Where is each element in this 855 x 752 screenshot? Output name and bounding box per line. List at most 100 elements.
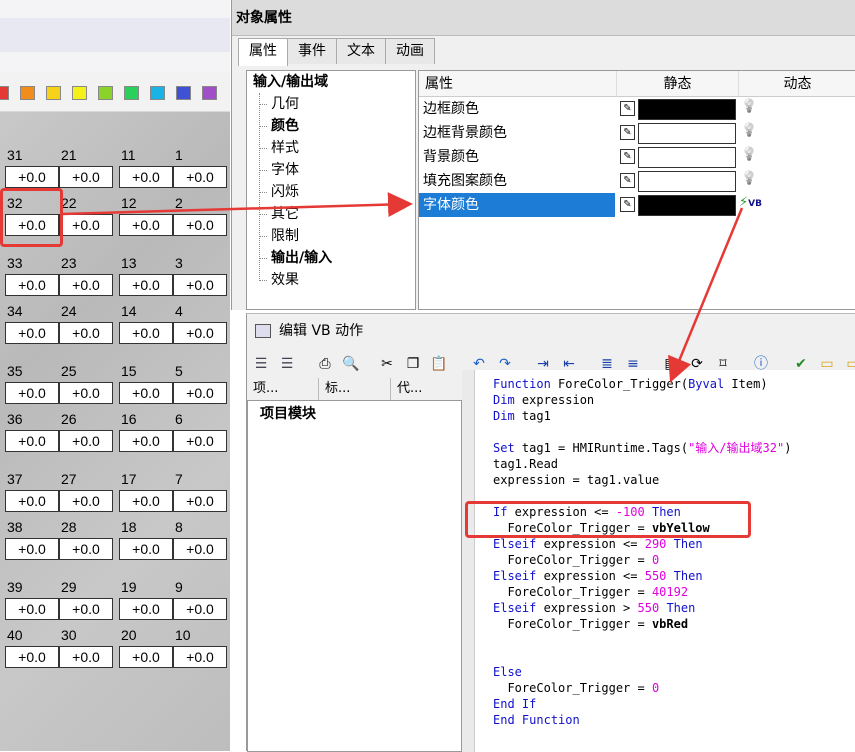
io-field[interactable]: +0.0 [59,214,113,236]
io-field[interactable]: +0.0 [59,322,113,344]
code-gutter [462,370,474,752]
io-field[interactable]: +0.0 [5,274,59,296]
color-picker-icon[interactable]: ✎ [620,173,635,188]
tree-item[interactable]: 其它 [247,203,415,225]
io-field[interactable]: +0.0 [173,322,227,344]
field-number-label: 38 [7,519,23,535]
palette-swatch[interactable] [98,86,113,100]
palette-swatch[interactable] [46,86,61,100]
color-picker-icon[interactable]: ✎ [620,125,635,140]
io-field[interactable]: +0.0 [173,538,227,560]
io-field[interactable]: +0.0 [173,598,227,620]
tree-item[interactable]: 几何 [247,93,415,115]
tab-animation[interactable]: 动画 [385,38,435,64]
io-field[interactable]: +0.0 [119,382,173,404]
io-field[interactable]: +0.0 [119,538,173,560]
io-field[interactable]: +0.0 [59,382,113,404]
palette-swatch[interactable] [20,86,35,100]
io-field[interactable]: +0.0 [5,646,59,668]
tree-item[interactable]: 闪烁 [247,181,415,203]
bulb-icon[interactable]: 💡 [741,123,757,138]
col-header-dynamic: 动态 [739,71,855,97]
align-left-icon[interactable]: ☰ [251,354,271,374]
io-field[interactable]: +0.0 [59,430,113,452]
io-field[interactable]: +0.0 [173,382,227,404]
palette-swatch[interactable] [202,86,217,100]
property-row[interactable]: 填充图案颜色 ✎ 💡 [419,169,855,193]
field-number-label: 22 [61,195,77,211]
palette-swatch[interactable] [0,86,9,100]
property-row[interactable]: 字体颜色 ✎ ⚡VB [419,193,855,217]
io-field[interactable]: +0.0 [59,166,113,188]
tab-properties[interactable]: 属性 [238,38,288,66]
palette-swatch[interactable] [176,86,191,100]
cut-icon[interactable]: ✂ [377,354,397,374]
tree-item[interactable]: 效果 [247,269,415,291]
tab-project[interactable]: 项... [247,378,319,400]
code-editor[interactable]: Function ForeColor_Trigger(Byval Item) Di… [474,370,855,752]
window-icon [255,324,271,338]
property-row[interactable]: 边框颜色 ✎ 💡 [419,97,855,121]
static-color-swatch[interactable] [638,123,736,144]
project-modules-item[interactable]: 项目模块 [260,403,316,423]
tree-root[interactable]: 输入/输出域 [247,71,415,93]
tree-item[interactable]: 颜色 [247,115,415,137]
palette-swatch[interactable] [150,86,165,100]
bulb-icon[interactable]: 💡 [741,171,757,186]
color-picker-icon[interactable]: ✎ [620,101,635,116]
align-right-icon[interactable]: ☰ [277,354,297,374]
io-field[interactable]: +0.0 [119,430,173,452]
io-field[interactable]: +0.0 [119,166,173,188]
io-field[interactable]: +0.0 [59,598,113,620]
palette-swatch[interactable] [72,86,87,100]
tab-tags[interactable]: 标... [319,378,391,400]
io-field[interactable]: +0.0 [5,490,59,512]
bulb-icon[interactable]: 💡 [741,147,757,162]
io-field[interactable]: +0.0 [119,490,173,512]
tree-item[interactable]: 字体 [247,159,415,181]
io-field[interactable]: +0.0 [59,538,113,560]
io-field[interactable]: +0.0 [5,382,59,404]
io-field[interactable]: +0.0 [5,430,59,452]
io-field[interactable]: +0.0 [119,214,173,236]
static-color-swatch[interactable] [638,99,736,120]
bulb-icon[interactable]: 💡 [741,99,757,114]
color-picker-icon[interactable]: ✎ [620,197,635,212]
io-field[interactable]: +0.0 [5,598,59,620]
io-field[interactable]: +0.0 [173,490,227,512]
io-field[interactable]: +0.0 [59,490,113,512]
static-color-swatch[interactable] [638,171,736,192]
io-field[interactable]: +0.0 [173,646,227,668]
vb-script-icon[interactable]: ⚡VB [739,195,762,210]
tab-text[interactable]: 文本 [336,38,386,64]
io-field[interactable]: +0.0 [119,598,173,620]
tree-item[interactable]: 限制 [247,225,415,247]
io-field[interactable]: +0.0 [173,214,227,236]
io-field[interactable]: +0.0 [5,166,59,188]
paste-icon[interactable]: 📋 [429,354,449,374]
io-field[interactable]: +0.0 [119,322,173,344]
io-field[interactable]: +0.0 [5,538,59,560]
color-picker-icon[interactable]: ✎ [620,149,635,164]
io-field[interactable]: +0.0 [5,322,59,344]
static-color-swatch[interactable] [638,195,736,216]
io-field[interactable]: +0.0 [119,646,173,668]
tree-item[interactable]: 样式 [247,137,415,159]
io-field[interactable]: +0.0 [59,274,113,296]
tree-item[interactable]: 输出/输入 [247,247,415,269]
static-color-swatch[interactable] [638,147,736,168]
property-row[interactable]: 背景颜色 ✎ 💡 [419,145,855,169]
preview-icon[interactable]: 🔍 [341,354,361,374]
io-field[interactable]: +0.0 [173,166,227,188]
tab-events[interactable]: 事件 [287,38,337,64]
io-field[interactable]: +0.0 [119,274,173,296]
property-row[interactable]: 边框背景颜色 ✎ 💡 [419,121,855,145]
palette-swatch[interactable] [124,86,139,100]
tab-code[interactable]: 代... [391,378,463,400]
io-field[interactable]: +0.0 [173,430,227,452]
print-icon[interactable]: ⎙ [315,354,335,374]
col-header-property: 属性 [419,71,617,97]
io-field[interactable]: +0.0 [59,646,113,668]
copy-icon[interactable]: ❐ [403,354,423,374]
io-field[interactable]: +0.0 [173,274,227,296]
